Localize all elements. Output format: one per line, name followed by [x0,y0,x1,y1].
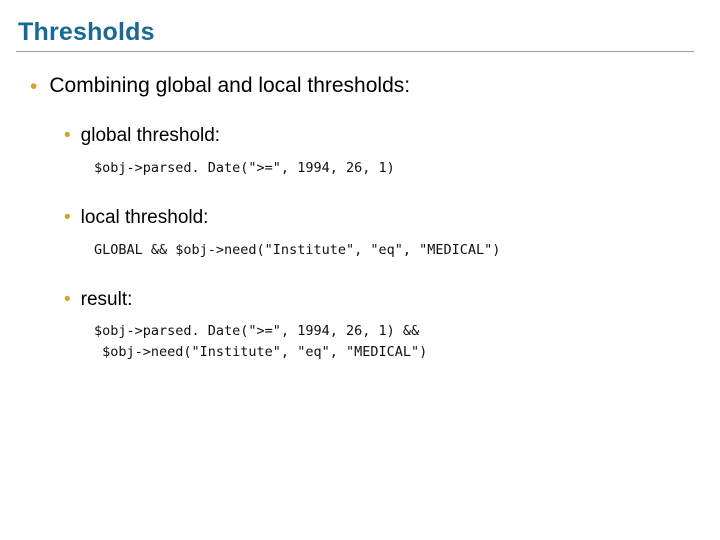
bullet-level2: • local threshold: [64,207,694,230]
bullet-icon: • [64,289,71,312]
slide-title: Thresholds [16,18,694,47]
code-local: GLOBAL && $obj->need("Institute", "eq", … [94,240,694,261]
title-rule [16,51,694,52]
slide: Thresholds • Combining global and local … [0,0,720,540]
bullet-level2-text: global threshold: [81,125,220,147]
bullet-icon: • [30,74,37,99]
bullet-level1-text: Combining global and local thresholds: [49,74,410,98]
block-result: • result: $obj->parsed. Date(">=", 1994,… [16,289,694,364]
block-local: • local threshold: GLOBAL && $obj->need(… [16,207,694,261]
bullet-level2-text: local threshold: [81,207,209,229]
bullet-level2: • global threshold: [64,125,694,148]
code-result: $obj->parsed. Date(">=", 1994, 26, 1) &&… [94,321,694,363]
bullet-level2-text: result: [81,289,133,311]
bullet-icon: • [64,125,71,148]
block-global: • global threshold: $obj->parsed. Date("… [16,125,694,179]
bullet-level2: • result: [64,289,694,312]
bullet-level1: • Combining global and local thresholds: [30,74,694,99]
code-global: $obj->parsed. Date(">=", 1994, 26, 1) [94,158,694,179]
bullet-icon: • [64,207,71,230]
